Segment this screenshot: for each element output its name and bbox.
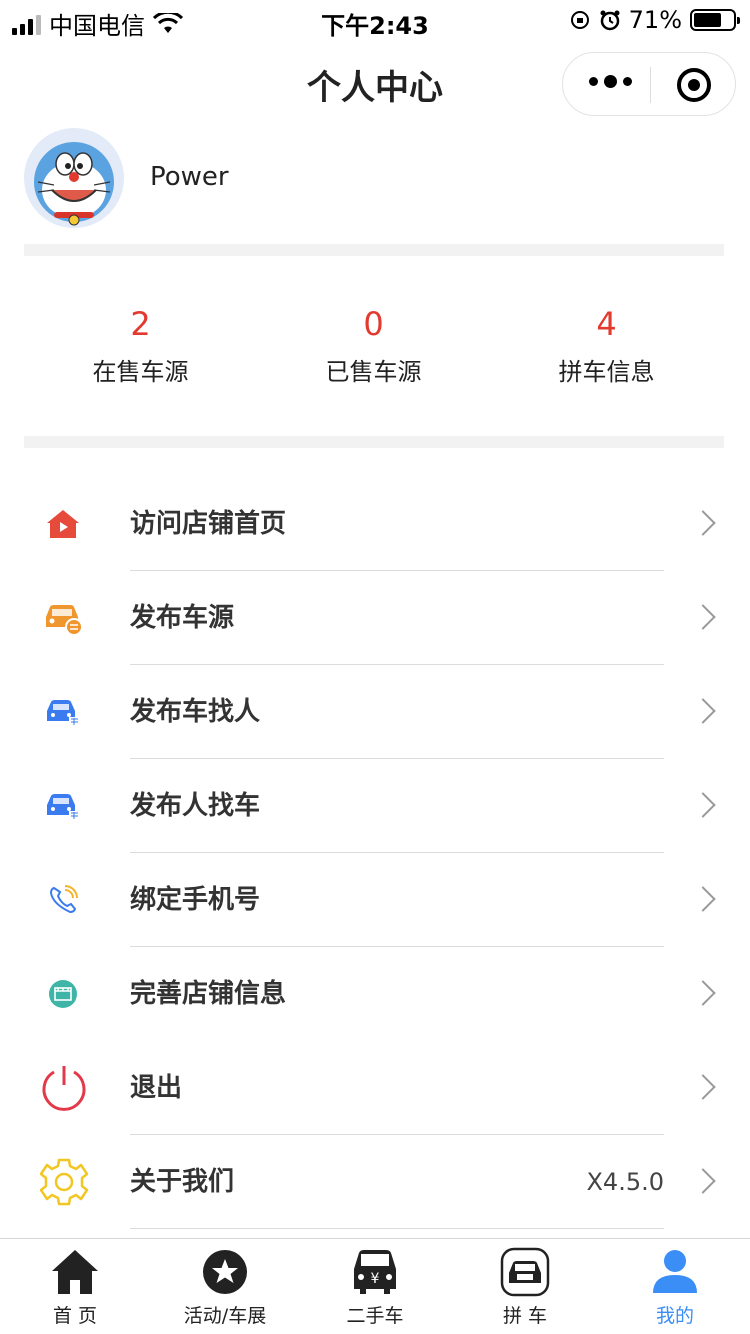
gear-icon [38, 1156, 90, 1208]
stat-sold[interactable]: 0 已售车源 [257, 300, 490, 387]
used-car-icon: ¥ [354, 1250, 396, 1294]
capsule-divider [650, 67, 651, 103]
stat-label: 已售车源 [325, 358, 422, 386]
section-divider [24, 436, 724, 448]
tab-mine[interactable]: 我的 [600, 1239, 750, 1334]
stat-value: 2 [130, 305, 151, 343]
avatar[interactable] [24, 128, 124, 228]
tab-label: 我的 [655, 1305, 694, 1327]
menu-item-label: 完善店铺信息 [130, 979, 287, 1009]
menu-divider [130, 1228, 664, 1229]
doraemon-avatar-icon [34, 142, 114, 226]
menu-item-label: 发布车源 [130, 603, 235, 633]
stat-on-sale[interactable]: 2 在售车源 [24, 300, 257, 387]
chevron-right-icon [690, 698, 716, 724]
chevron-right-icon [690, 1074, 716, 1100]
more-icon[interactable] [589, 75, 632, 88]
menu-item-label: 发布车找人 [130, 697, 261, 727]
tab-home[interactable]: 首 页 [0, 1239, 150, 1334]
menu-item-label: 退出 [130, 1073, 183, 1103]
chevron-right-icon [690, 510, 716, 536]
status-bar: 中国电信 下午2:43 71% [0, 0, 750, 40]
carpool-tab-icon [500, 1247, 550, 1297]
carpool-car-icon [38, 687, 88, 737]
menu-item-logout[interactable]: 退出 [0, 1041, 750, 1135]
stat-value: 0 [363, 305, 384, 343]
menu-item-bind-phone[interactable]: 绑定手机号 [0, 853, 750, 947]
menu-list: 访问店铺首页 发布车源 发布车找人 发布人找车 绑定手机号 完善店铺信息 退出 … [0, 477, 750, 1229]
tab-used-car[interactable]: ¥ 二手车 [300, 1239, 450, 1334]
tab-carpool[interactable]: 拼 车 [450, 1239, 600, 1334]
menu-item-publish-car[interactable]: 发布车源 [0, 571, 750, 665]
menu-item-label: 绑定手机号 [130, 885, 261, 915]
chevron-right-icon [690, 792, 716, 818]
mini-program-capsule [562, 52, 736, 116]
menu-item-about[interactable]: 关于我们 X4.5.0 [0, 1135, 750, 1229]
rotation-lock-icon [570, 11, 589, 29]
tab-label: 拼 车 [502, 1305, 548, 1327]
battery-percent: 71% [628, 6, 682, 34]
chevron-right-icon [690, 886, 716, 912]
tab-events[interactable]: 活动/车展 [150, 1239, 300, 1334]
menu-item-people-seek-car[interactable]: 发布人找车 [0, 759, 750, 853]
chevron-right-icon [690, 980, 716, 1006]
version-label: X4.5.0 [586, 1168, 664, 1196]
battery-icon [690, 9, 740, 31]
tab-bar: 首 页 活动/车展 ¥ 二手车 拼 车 我的 [0, 1238, 750, 1334]
tab-label: 首 页 [52, 1305, 98, 1327]
chevron-right-icon [690, 604, 716, 630]
tab-label: 二手车 [346, 1305, 404, 1327]
phone-icon [38, 875, 88, 925]
alarm-icon [600, 10, 620, 31]
power-icon [38, 1062, 90, 1114]
carpool-person-icon [38, 781, 88, 831]
home-icon [52, 1250, 98, 1294]
stats-row: 2 在售车源 0 已售车源 4 拼车信息 [24, 300, 724, 387]
stat-value: 4 [596, 305, 617, 343]
menu-item-label: 发布人找车 [130, 791, 261, 821]
menu-item-car-seek-people[interactable]: 发布车找人 [0, 665, 750, 759]
store-info-icon [38, 969, 88, 1019]
stat-carpool[interactable]: 4 拼车信息 [490, 300, 723, 387]
stat-label: 拼车信息 [558, 358, 655, 386]
menu-item-shop-home[interactable]: 访问店铺首页 [0, 477, 750, 571]
close-miniprogram-icon[interactable] [677, 68, 711, 102]
stat-label: 在售车源 [92, 358, 189, 386]
star-icon [203, 1250, 247, 1294]
section-divider [24, 244, 724, 256]
shop-home-icon [38, 499, 88, 549]
username: Power [150, 162, 229, 192]
menu-item-store-info[interactable]: 完善店铺信息 [0, 947, 750, 1041]
menu-item-label: 访问店铺首页 [130, 509, 287, 539]
chevron-right-icon [690, 1168, 716, 1194]
user-icon [653, 1250, 697, 1293]
svg-text:¥: ¥ [371, 1271, 380, 1287]
menu-item-label: 关于我们 [130, 1167, 235, 1197]
tab-label: 活动/车展 [183, 1305, 267, 1327]
car-publish-icon [38, 593, 88, 643]
